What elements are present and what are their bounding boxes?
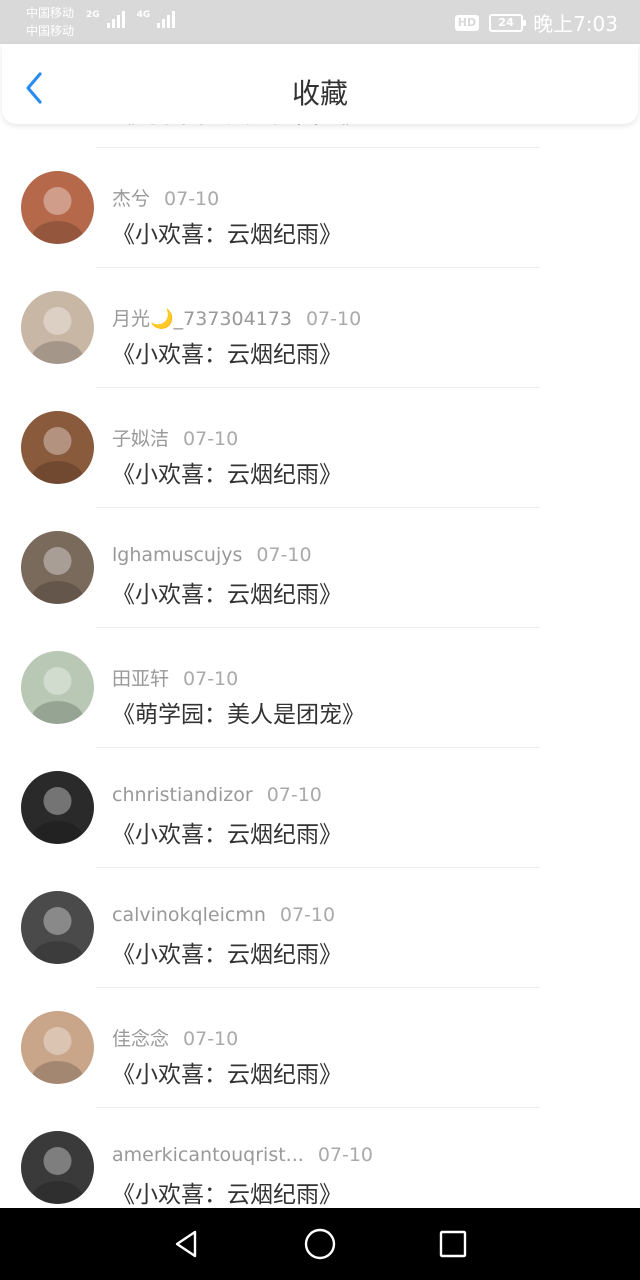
date: 07-10 <box>266 784 322 806</box>
list-item[interactable]: 子姒洁 07-10 《小欢喜：云烟纪雨》 <box>0 388 640 508</box>
nav-recent-button[interactable] <box>429 1220 477 1268</box>
book-title[interactable]: 《萌学园：美人是团宠》 <box>112 124 365 129</box>
nav-back-button[interactable] <box>163 1220 211 1268</box>
user-avatar[interactable] <box>21 411 94 484</box>
avatar-image <box>21 651 94 724</box>
book-title[interactable]: 《萌学园：美人是团宠》 <box>112 695 365 729</box>
page-title: 收藏 <box>291 77 348 110</box>
username[interactable]: chnristiandizor <box>112 784 253 806</box>
signal-icon <box>106 10 125 28</box>
date: 07-10 <box>183 428 239 450</box>
triangle-back-icon <box>175 1230 196 1258</box>
user-avatar[interactable] <box>21 291 94 364</box>
user-avatar[interactable] <box>21 531 94 604</box>
date: 07-10 <box>317 1144 374 1166</box>
item-meta: 子姒洁 07-10 <box>112 424 238 451</box>
list-item[interactable]: lghamuscujys 07-10 《小欢喜：云烟纪雨》 <box>0 508 640 628</box>
item-meta: lghamuscujys 07-10 <box>112 544 312 566</box>
username[interactable]: 佳念念 <box>112 1028 169 1050</box>
avatar-image <box>21 891 94 964</box>
book-title[interactable]: 《小欢喜：云烟纪雨》 <box>112 575 342 609</box>
item-meta: calvinokqleicmn 07-10 <box>112 904 335 926</box>
date: 07-10 <box>279 904 336 926</box>
date: 07-10 <box>183 668 239 690</box>
item-meta: amerkicantouqrist... 07-10 <box>112 1144 373 1166</box>
username[interactable]: amerkicantouqrist... <box>112 1144 304 1166</box>
app-header: 收藏 <box>2 44 638 124</box>
user-avatar[interactable] <box>21 1011 94 1084</box>
carrier-2: 中国移动 <box>26 24 75 38</box>
username[interactable]: 杰兮 <box>112 188 150 210</box>
signal-icon <box>157 10 176 28</box>
list-item[interactable]: 《萌学园：美人是团宠》 <box>0 124 640 148</box>
username[interactable]: 子姒洁 <box>112 428 169 450</box>
list-item[interactable]: 佳念念 07-10 《小欢喜：云烟纪雨》 <box>0 988 640 1108</box>
list-item[interactable]: 田亚轩 07-10 《萌学园：美人是团宠》 <box>0 628 640 748</box>
signal-indicators: 2G 4G <box>86 10 176 28</box>
avatar-image <box>21 531 94 604</box>
battery-icon: 24 <box>489 13 527 32</box>
nav-home-button[interactable] <box>296 1220 344 1268</box>
circle-home-icon <box>304 1228 336 1260</box>
item-meta: 杰兮 07-10 <box>112 184 219 211</box>
network-type-1: 2G <box>86 10 100 20</box>
user-avatar[interactable] <box>21 1131 94 1204</box>
book-title[interactable]: 《小欢喜：云烟纪雨》 <box>112 1175 342 1208</box>
username[interactable]: 月光🌙_737304173 <box>112 308 292 330</box>
username[interactable]: lghamuscujys <box>112 544 242 566</box>
list-item[interactable]: 月光🌙_737304173 07-10 《小欢喜：云烟纪雨》 <box>0 268 640 388</box>
favorites-list[interactable]: 《萌学园：美人是团宠》杰兮07-10《小欢喜：云烟纪雨》月光🌙_73730417… <box>0 124 640 1208</box>
avatar-image <box>21 1131 94 1204</box>
avatar-image <box>21 291 94 364</box>
user-avatar[interactable] <box>21 891 94 964</box>
avatar-image <box>21 771 94 844</box>
date: 07-10 <box>164 188 220 210</box>
user-avatar[interactable] <box>21 651 94 724</box>
carrier-1: 中国移动 <box>26 6 75 20</box>
list-item[interactable]: chnristiandizor 07-10 《小欢喜：云烟纪雨》 <box>0 748 640 868</box>
user-avatar[interactable] <box>21 171 94 244</box>
clock: 晚上7:03 <box>533 12 618 36</box>
status-right: HD 24 晚上7:03 <box>454 8 618 37</box>
list-item[interactable]: calvinokqleicmn 07-10 《小欢喜：云烟纪雨》 <box>0 868 640 988</box>
book-title[interactable]: 《小欢喜：云烟纪雨》 <box>112 935 342 969</box>
square-recent-icon <box>440 1230 467 1258</box>
item-meta: chnristiandizor 07-10 <box>112 784 322 806</box>
network-type-2: 4G <box>136 10 151 20</box>
status-bar: 中国移动 中国移动 2G 4G HD 24 晚上7:03 <box>0 0 640 44</box>
carrier-labels: 中国移动 中国移动 <box>26 4 74 40</box>
avatar-image <box>21 171 94 244</box>
item-meta: 田亚轩 07-10 <box>112 664 238 691</box>
book-title[interactable]: 《小欢喜：云烟纪雨》 <box>112 455 342 489</box>
battery-level: 24 <box>498 16 514 29</box>
hd-icon: HD <box>454 14 480 31</box>
avatar-image <box>21 1011 94 1084</box>
date: 07-10 <box>183 1028 239 1050</box>
item-meta: 佳念念 07-10 <box>112 1024 238 1051</box>
user-avatar[interactable] <box>21 771 94 844</box>
avatar-image <box>21 411 94 484</box>
book-title[interactable]: 《小欢喜：云烟纪雨》 <box>112 335 342 369</box>
date: 07-10 <box>305 308 362 330</box>
book-title[interactable]: 《小欢喜：云烟纪雨》 <box>112 815 342 849</box>
list-item[interactable]: 杰兮 07-10 《小欢喜：云烟纪雨》 <box>0 148 640 268</box>
username[interactable]: 田亚轩 <box>112 668 169 690</box>
list-item[interactable]: amerkicantouqrist... 07-10 《小欢喜：云烟纪雨》 <box>0 1108 640 1208</box>
system-nav-bar <box>0 1208 640 1280</box>
username[interactable]: calvinokqleicmn <box>112 904 266 926</box>
date: 07-10 <box>256 544 312 566</box>
book-title[interactable]: 《小欢喜：云烟纪雨》 <box>112 215 342 249</box>
item-meta: 月光🌙_737304173 07-10 <box>112 304 361 331</box>
book-title[interactable]: 《小欢喜：云烟纪雨》 <box>112 1055 342 1089</box>
